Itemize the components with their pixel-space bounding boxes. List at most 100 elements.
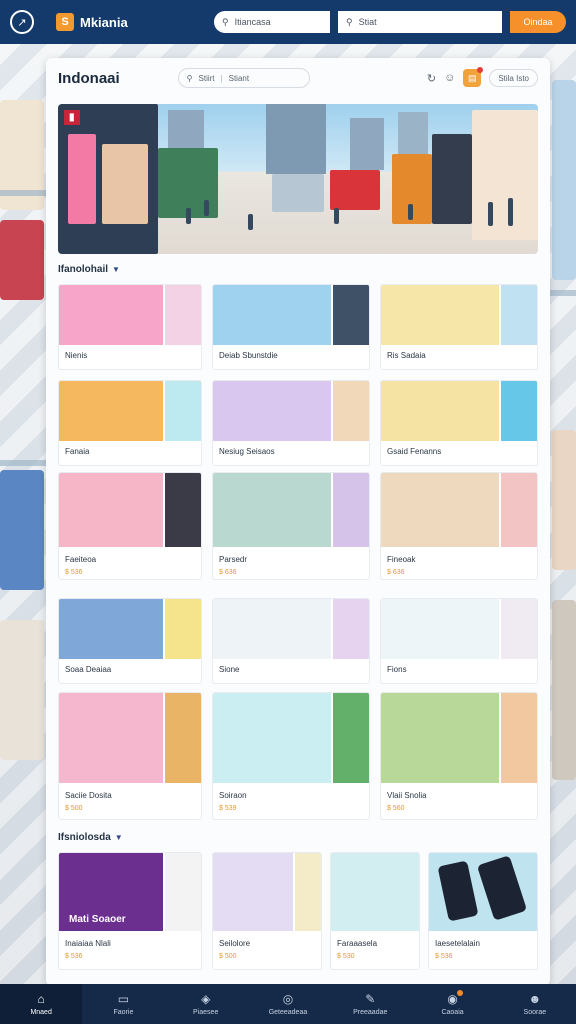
hero-store-red	[330, 170, 380, 210]
brand[interactable]: S Mkiania	[56, 13, 128, 31]
tile-label: Ris Sadaia	[387, 351, 426, 360]
nav-item-7[interactable]: ☻ Soorae	[494, 984, 576, 1024]
cart-icon[interactable]: ▤	[463, 67, 484, 87]
product-tile[interactable]: Fions	[380, 598, 538, 684]
tile-art	[429, 853, 537, 931]
search-icon: ⚲	[222, 16, 229, 27]
hero-person-4	[334, 208, 339, 224]
tile-price: $ 530	[337, 953, 355, 960]
product-tile[interactable]: Iaesetelalain $ 536	[428, 852, 538, 970]
nav-label: Geteeadeaa	[268, 1009, 308, 1016]
phone-image	[437, 860, 479, 922]
search-field-primary[interactable]: ⚲ Itiancasa	[214, 11, 330, 33]
filter-pill[interactable]: Stila Isto	[489, 69, 538, 87]
tile-label: Nienis	[65, 351, 88, 360]
tile-art	[331, 853, 419, 931]
panel-search-left: Stiirt	[198, 73, 215, 83]
refresh-icon[interactable]: ↻	[427, 72, 436, 85]
product-tile[interactable]: Faeiteoa $ 536	[58, 472, 202, 580]
tile-price: $ 536	[65, 953, 83, 960]
product-tile[interactable]: Vlaii Snolia $ 560	[380, 692, 538, 820]
hero-person-7	[508, 198, 513, 226]
tile-sub-art	[163, 381, 201, 441]
profile-icon: ☻	[528, 992, 542, 1006]
tile-label: Iaesetelalain	[435, 939, 480, 948]
product-tile[interactable]: Nienis	[58, 284, 202, 370]
tile-sub-art	[331, 473, 369, 547]
nav-item-2[interactable]: ▭ Faorie	[82, 984, 164, 1024]
tile-sub-art	[499, 693, 537, 783]
tile-sub-art	[499, 381, 537, 441]
section-heading-1-text: Ifanolohail	[58, 264, 108, 275]
bg-shop-right-1	[552, 80, 576, 280]
panel-search-input[interactable]: ⚲ Stiirt | Stiant	[177, 68, 310, 88]
nav-label: Faorie	[113, 1009, 134, 1016]
tile-label: Deiab Sbunstdie	[219, 351, 278, 360]
search-submit-button[interactable]: Oindaa	[510, 11, 566, 33]
tile-label: Soiraon	[219, 791, 247, 800]
tile-label: Vlaii Snolia	[387, 791, 427, 800]
nav-item-4[interactable]: ◎ Geteeadeaa	[247, 984, 329, 1024]
tile-sub-art	[293, 853, 321, 931]
tile-price: $ 539	[219, 805, 237, 812]
hero-banner[interactable]: ▮	[58, 104, 538, 254]
search-submit-label: Oindaa	[523, 17, 553, 27]
user-icon[interactable]: ☺	[444, 72, 455, 84]
nav-item-3[interactable]: ◈ Piaesee	[165, 984, 247, 1024]
product-tile[interactable]: Seilolore $ 500	[212, 852, 322, 970]
tile-label: Saciie Dosita	[65, 791, 112, 800]
tile-label: Fineoak	[387, 555, 416, 564]
nav-label: Piaesee	[193, 1009, 219, 1016]
product-tile[interactable]: Mati Soaoer Inaiaiaa Nlali $ 536	[58, 852, 202, 970]
section-heading-2[interactable]: Ifsniolosda ▼	[58, 832, 123, 843]
tile-sub-art	[499, 285, 537, 345]
page-title: Indonaai	[58, 69, 120, 87]
product-tile[interactable]: Nesiug Seisaos	[212, 380, 370, 466]
panel-search-right: Stiant	[228, 73, 250, 83]
compass-icon: ◎	[282, 992, 294, 1006]
product-tile[interactable]: Parsedr $ 636	[212, 472, 370, 580]
section-heading-1[interactable]: Ifanolohail ▼	[58, 264, 120, 275]
bottom-nav: ⌂ Mnaed ▭ Faorie ◈ Piaesee ◎ Geteeadeaa …	[0, 984, 576, 1024]
bg-rail-1	[0, 190, 46, 196]
chevron-down-icon: ▼	[114, 833, 123, 842]
product-tile[interactable]: Fineoak $ 636	[380, 472, 538, 580]
product-tile[interactable]: Soiraon $ 539	[212, 692, 370, 820]
tile-label: Gsaid Fenanns	[387, 447, 442, 456]
hero-person-5	[408, 204, 413, 220]
product-tile[interactable]: Gsaid Fenanns	[380, 380, 538, 466]
hero-building-2	[266, 104, 326, 174]
tile-label: Soaa Deaiaa	[65, 665, 112, 674]
divider-icon: |	[220, 73, 223, 83]
top-bar: ↗ S Mkiania ⚲ Itiancasa ⚲ Stiat Oindaa	[0, 0, 576, 44]
search-icon: ⚲	[186, 73, 193, 83]
product-tile[interactable]: Faraaasela $ 530	[330, 852, 420, 970]
tile-sub-art	[331, 285, 369, 345]
search-field-secondary[interactable]: ⚲ Stiat	[338, 11, 502, 33]
tile-price: $ 636	[387, 569, 405, 576]
bg-shop-left-3	[0, 470, 44, 590]
hero-person-3	[248, 214, 253, 230]
compass-icon[interactable]: ↗	[10, 10, 34, 34]
tile-label: Inaiaiaa Nlali	[65, 939, 111, 948]
hero-store-right-2	[432, 134, 472, 224]
product-tile[interactable]: Sione	[212, 598, 370, 684]
tile-label: Fanaia	[65, 447, 90, 456]
product-tile[interactable]: Saciie Dosita $ 500	[58, 692, 202, 820]
product-tile[interactable]: Soaa Deaiaa	[58, 598, 202, 684]
hero-person-1	[186, 208, 191, 224]
panel-header: Indonaai ⚲ Stiirt | Stiant ↻ ☺ ▤ Stila I…	[46, 58, 550, 98]
tile-sub-art	[163, 853, 201, 931]
product-tile[interactable]: Ris Sadaia	[380, 284, 538, 370]
product-tile[interactable]: Fanaia	[58, 380, 202, 466]
nav-item-5[interactable]: ✎ Preeaadae	[329, 984, 411, 1024]
edit-icon: ✎	[365, 992, 376, 1006]
hero-building-3	[350, 118, 384, 170]
product-tile[interactable]: Deiab Sbunstdie	[212, 284, 370, 370]
nav-item-home[interactable]: ⌂ Mnaed	[0, 984, 83, 1024]
tile-sub-art	[499, 473, 537, 547]
tag-icon: ◈	[201, 992, 211, 1006]
hero-store-left-window	[68, 134, 96, 224]
search-icon: ⚲	[346, 16, 353, 27]
nav-item-6[interactable]: ◉ Caoaia	[411, 984, 493, 1024]
